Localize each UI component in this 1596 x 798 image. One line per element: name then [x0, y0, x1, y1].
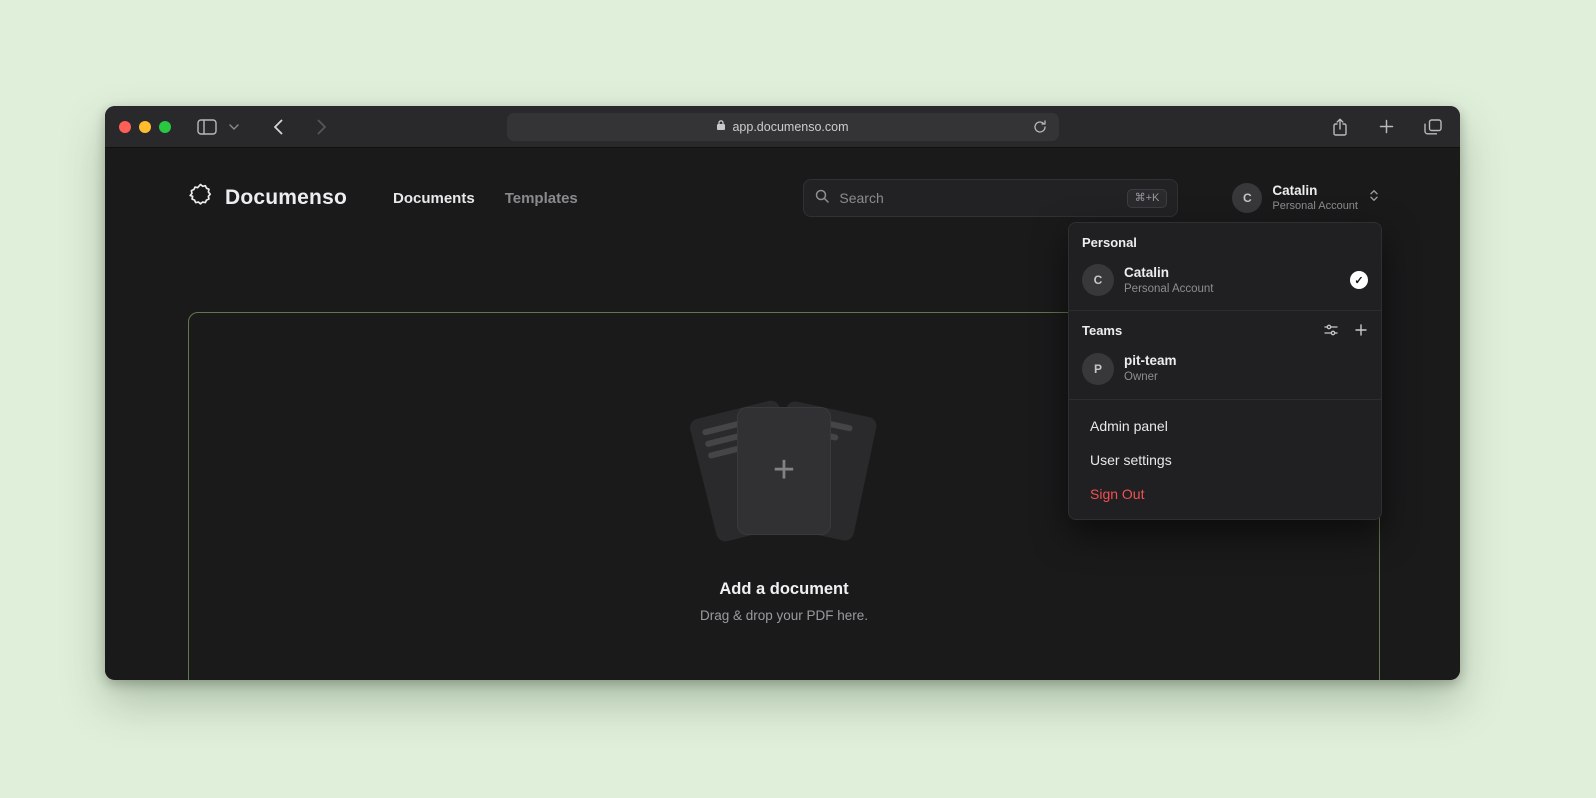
personal-account-item[interactable]: C Catalin Personal Account ✓ [1069, 259, 1381, 301]
teams-section-header: Teams [1069, 320, 1381, 347]
personal-account-subtitle: Personal Account [1124, 282, 1214, 297]
search-icon [814, 188, 830, 209]
team-text: pit-team Owner [1124, 352, 1177, 384]
account-name: Catalin [1272, 183, 1358, 200]
sidebar-controls [193, 115, 243, 139]
avatar: P [1082, 353, 1114, 385]
app-content: Documenso Documents Templates ⌘+K C Cata… [105, 148, 1460, 679]
dropzone-title: Add a document [719, 580, 848, 599]
teams-actions [1323, 322, 1368, 338]
avatar: C [1082, 264, 1114, 296]
plus-icon: + [738, 408, 830, 534]
add-team-plus-icon[interactable] [1354, 323, 1368, 337]
minimize-window-button[interactable] [139, 121, 151, 133]
history-navigation [269, 115, 331, 139]
zoom-window-button[interactable] [159, 121, 171, 133]
app-header: Documenso Documents Templates ⌘+K C Cata… [105, 148, 1460, 224]
brand-name: Documenso [225, 186, 347, 210]
avatar: C [1232, 183, 1262, 213]
personal-account-text: Catalin Personal Account [1124, 264, 1214, 296]
sidebar-toggle-icon[interactable] [193, 115, 221, 139]
menu-divider [1069, 310, 1381, 311]
new-tab-plus-icon[interactable] [1375, 115, 1398, 138]
nav-templates[interactable]: Templates [505, 190, 578, 207]
address-bar[interactable]: app.documenso.com [507, 113, 1059, 141]
account-text: Catalin Personal Account [1272, 183, 1358, 214]
documenso-logo-icon [187, 182, 214, 214]
check-icon: ✓ [1350, 271, 1368, 289]
url-text: app.documenso.com [732, 120, 848, 134]
account-dropdown-menu: Personal C Catalin Personal Account ✓ Te… [1068, 222, 1382, 520]
tab-overview-icon[interactable] [1420, 115, 1446, 139]
menu-item-admin-panel[interactable]: Admin panel [1069, 409, 1381, 443]
menu-item-user-settings[interactable]: User settings [1069, 443, 1381, 477]
reload-icon[interactable] [1029, 116, 1051, 138]
chevron-up-down-icon [1368, 188, 1380, 208]
teams-section-label: Teams [1082, 323, 1122, 338]
browser-titlebar: app.documenso.com [105, 106, 1460, 148]
nav-documents[interactable]: Documents [393, 190, 475, 207]
forward-icon[interactable] [313, 115, 331, 139]
personal-account-name: Catalin [1124, 264, 1214, 282]
search-bar[interactable]: ⌘+K [803, 179, 1178, 217]
share-icon[interactable] [1327, 113, 1353, 141]
team-item[interactable]: P pit-team Owner [1069, 347, 1381, 389]
titlebar-right-actions [1327, 113, 1446, 141]
documents-illustration: + [674, 394, 894, 554]
document-card-front: + [738, 408, 830, 534]
menu-divider [1069, 399, 1381, 400]
account-subtitle: Personal Account [1272, 200, 1358, 214]
brand[interactable]: Documenso [187, 182, 347, 214]
back-icon[interactable] [269, 115, 287, 139]
window-controls [119, 121, 171, 133]
account-menu-trigger[interactable]: C Catalin Personal Account [1232, 183, 1380, 214]
manage-teams-icon[interactable] [1323, 322, 1339, 338]
search-shortcut-badge: ⌘+K [1127, 189, 1168, 208]
search-input[interactable] [839, 190, 1117, 206]
browser-window: app.documenso.com Documenso [105, 106, 1460, 680]
team-role: Owner [1124, 370, 1177, 385]
sidebar-chevron-down-icon[interactable] [225, 120, 243, 134]
close-window-button[interactable] [119, 121, 131, 133]
lock-icon [716, 119, 726, 134]
dropzone-subtitle: Drag & drop your PDF here. [700, 608, 868, 623]
menu-item-sign-out[interactable]: Sign Out [1069, 477, 1381, 511]
personal-section-label: Personal [1069, 233, 1381, 259]
main-nav: Documents Templates [393, 190, 578, 207]
team-name: pit-team [1124, 352, 1177, 370]
